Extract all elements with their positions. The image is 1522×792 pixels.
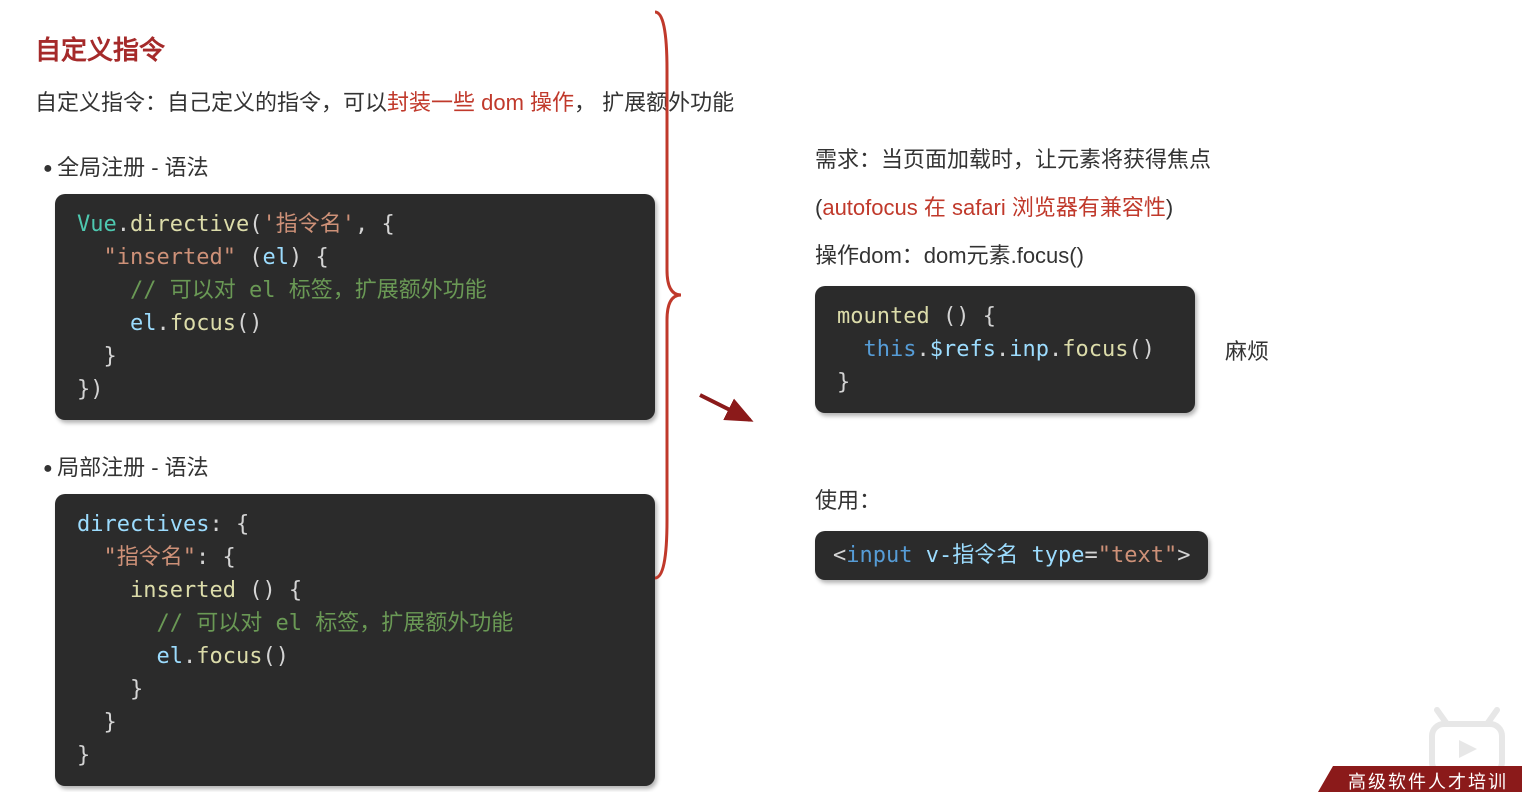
code-token [837,337,864,362]
mounted-code-row: mounted () { this.$refs.inp.focus() } 麻烦 [815,286,1487,413]
bullet-global-register: 全局注册 - 语法 [43,150,655,182]
code-token: < [833,543,846,568]
annotation-troublesome: 麻烦 [1225,334,1269,366]
code-token: // 可以对 el 标签，扩展额外功能 [156,611,513,636]
code-token [77,245,104,270]
code-token: } [77,743,90,768]
code-token: focus [170,311,236,336]
code-token: directive [130,212,249,237]
code-token: el [262,245,289,270]
code-token: inserted [130,578,236,603]
paren-close: ) [1166,195,1173,220]
code-token: type [1031,543,1084,568]
usage-section: 使用： <input v-指令名 type="text"> [815,483,1487,580]
code-token: . [156,311,169,336]
right-column: 需求：当页面加载时，让元素将获得焦点 (autofocus 在 safari 浏… [685,142,1487,786]
requirement-text: 需求：当页面加载时，让元素将获得焦点 [815,142,1487,174]
code-token: "指令名" [104,545,197,570]
subtitle-text-2: ， 扩展额外功能 [574,90,734,115]
code-token: () [1128,337,1155,362]
code-token: el [156,644,183,669]
page-title: 自定义指令 [35,30,1487,67]
code-token [77,611,156,636]
code-token: inp [1009,337,1049,362]
code-token [912,543,925,568]
code-token: mounted [837,304,930,329]
code-token: ( [236,245,263,270]
code-token [1018,543,1031,568]
code-token: () { [236,578,302,603]
code-token: '指令名' [262,212,355,237]
code-token: , { [355,212,395,237]
code-token: focus [1062,337,1128,362]
content-columns: 全局注册 - 语法 Vue.directive('指令名', { "insert… [35,142,1487,786]
code-token: }) [77,377,104,402]
code-token: . [996,337,1009,362]
code-token: // 可以对 el 标签，扩展额外功能 [130,278,487,303]
code-token: () [262,644,289,669]
code-token: > [1177,543,1190,568]
code-token: el [130,311,157,336]
code-token: () { [930,304,996,329]
code-token: } [77,344,117,369]
code-token: input [846,543,912,568]
code-token: } [77,677,143,702]
code-local-directive: directives: { "指令名": { inserted () { // … [55,494,655,786]
code-mounted: mounted () { this.$refs.inp.focus() } [815,286,1195,413]
compat-emphasis: autofocus 在 safari 浏览器有兼容性 [822,195,1166,220]
dom-op-text: 操作dom：dom元素.focus() [815,238,1487,270]
code-usage: <input v-指令名 type="text"> [815,531,1208,580]
subtitle: 自定义指令：自己定义的指令，可以封装一些 dom 操作， 扩展额外功能 [35,85,1487,117]
code-token: . [916,337,929,362]
code-token [77,578,130,603]
code-token: } [77,710,117,735]
usage-label: 使用： [815,483,1487,515]
code-token: this [864,337,917,362]
code-token: : { [196,545,236,570]
footer-banner: 高级软件人才培训 [1318,766,1522,792]
compat-note: (autofocus 在 safari 浏览器有兼容性) [815,190,1487,222]
code-token: ) { [289,245,329,270]
code-token: . [117,212,130,237]
code-token: "text" [1098,543,1177,568]
subtitle-emphasis: 封装一些 dom 操作 [387,90,574,115]
code-token: Vue [77,212,117,237]
code-token: directives [77,512,209,537]
bullet-local-register: 局部注册 - 语法 [43,450,655,482]
code-token: = [1084,543,1097,568]
code-token [77,545,104,570]
code-token: } [837,370,850,395]
code-token: () [236,311,263,336]
code-token [77,644,156,669]
code-token [77,278,130,303]
code-token: $refs [930,337,996,362]
code-token: v-指令名 [926,543,1019,568]
code-token: . [1049,337,1062,362]
code-token: . [183,644,196,669]
code-token: ( [249,212,262,237]
code-token: : { [209,512,249,537]
left-column: 全局注册 - 语法 Vue.directive('指令名', { "insert… [35,142,655,786]
code-token: focus [196,644,262,669]
subtitle-text-1: 自定义指令：自己定义的指令，可以 [35,90,387,115]
code-token: "inserted" [104,245,236,270]
code-global-directive: Vue.directive('指令名', { "inserted" (el) {… [55,194,655,420]
code-token [77,311,130,336]
